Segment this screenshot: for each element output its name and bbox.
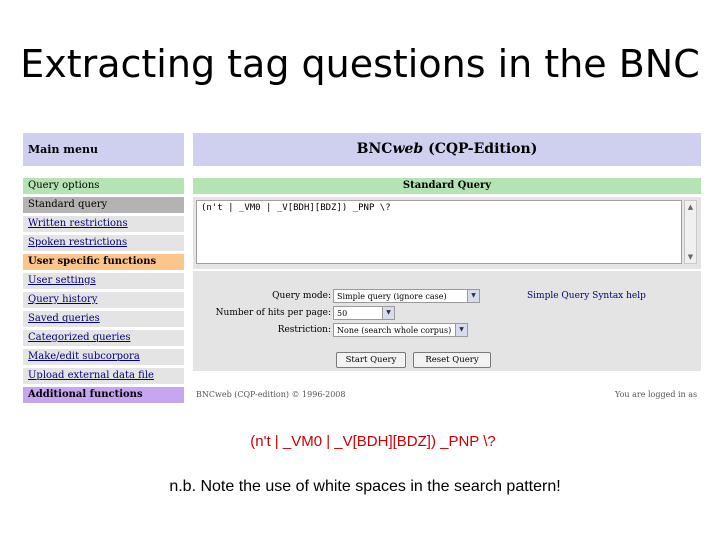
app-title-web: web [392,141,424,157]
start-query-button[interactable]: Start Query [336,352,406,368]
section-title: Standard Query [193,178,701,194]
sidebar-item-user-settings[interactable]: User settings [23,273,184,289]
sidebar-item-standard-query[interactable]: Standard query [23,197,184,213]
sidebar-item-saved-queries[interactable]: Saved queries [23,311,184,327]
chevron-down-icon: ▼ [455,324,467,336]
hits-per-page-label: Number of hits per page: [215,308,331,318]
sidebar-item-user-specific-functions: User specific functions [23,254,184,270]
restriction-value: None (search whole corpus) [337,326,452,335]
hits-per-page-value: 50 [337,309,348,318]
slide-title: Extracting tag questions in the BNC [20,42,700,86]
footer-login-status: You are logged in as [615,390,698,399]
query-mode-label: Query mode: [272,291,331,301]
sidebar-item-query-history[interactable]: Query history [23,292,184,308]
simple-query-syntax-help-link[interactable]: Simple Query Syntax help [527,291,646,301]
sidebar-item-upload-external-data[interactable]: Upload external data file [23,368,184,384]
query-textarea[interactable]: (n't | _VM0 | _V[BDH][BDZ]) _PNP \? [196,200,682,264]
sidebar-item-written-restrictions[interactable]: Written restrictions [23,216,184,232]
query-mode-select[interactable]: Simple query (ignore case) ▼ [333,289,480,303]
query-scrollbar[interactable]: ▲ ▼ [684,200,697,264]
query-mode-value: Simple query (ignore case) [337,292,447,301]
scroll-up-icon[interactable]: ▲ [685,201,696,213]
reset-query-button[interactable]: Reset Query [413,352,491,368]
app-title: BNCweb (CQP-Edition) [193,133,701,166]
sidebar-item-additional-functions: Additional functions [23,387,184,403]
bncweb-screenshot: Main menu Query options Standard query W… [20,133,701,405]
chevron-down-icon: ▼ [467,290,479,302]
whitespace-note: n.b. Note the use of white spaces in the… [169,478,561,495]
search-pattern-text: (n't | _VM0 | _V[BDH][BDZ]) _PNP \? [250,433,496,450]
scroll-track [685,213,696,251]
restriction-label: Restriction: [277,325,331,335]
sidebar-item-spoken-restrictions[interactable]: Spoken restrictions [23,235,184,251]
app-title-bnc: BNC [356,141,393,157]
scroll-down-icon[interactable]: ▼ [685,251,696,263]
app-title-edition: (CQP-Edition) [423,141,538,157]
query-panel: (n't | _VM0 | _V[BDH][BDZ]) _PNP \? ▲ ▼ [193,197,701,269]
hits-per-page-select[interactable]: 50 ▼ [333,306,395,320]
query-options-panel: Query mode: Simple query (ignore case) ▼… [193,271,701,371]
footer-copyright: BNCweb (CQP-edition) © 1996-2008 [196,390,346,399]
restriction-select[interactable]: None (search whole corpus) ▼ [333,323,468,337]
chevron-down-icon: ▼ [382,307,394,319]
main-menu-heading: Main menu [23,133,184,166]
sidebar-item-categorized-queries[interactable]: Categorized queries [23,330,184,346]
sidebar-item-make-edit-subcorpora[interactable]: Make/edit subcorpora [23,349,184,365]
sidebar-item-query-options: Query options [23,178,184,194]
